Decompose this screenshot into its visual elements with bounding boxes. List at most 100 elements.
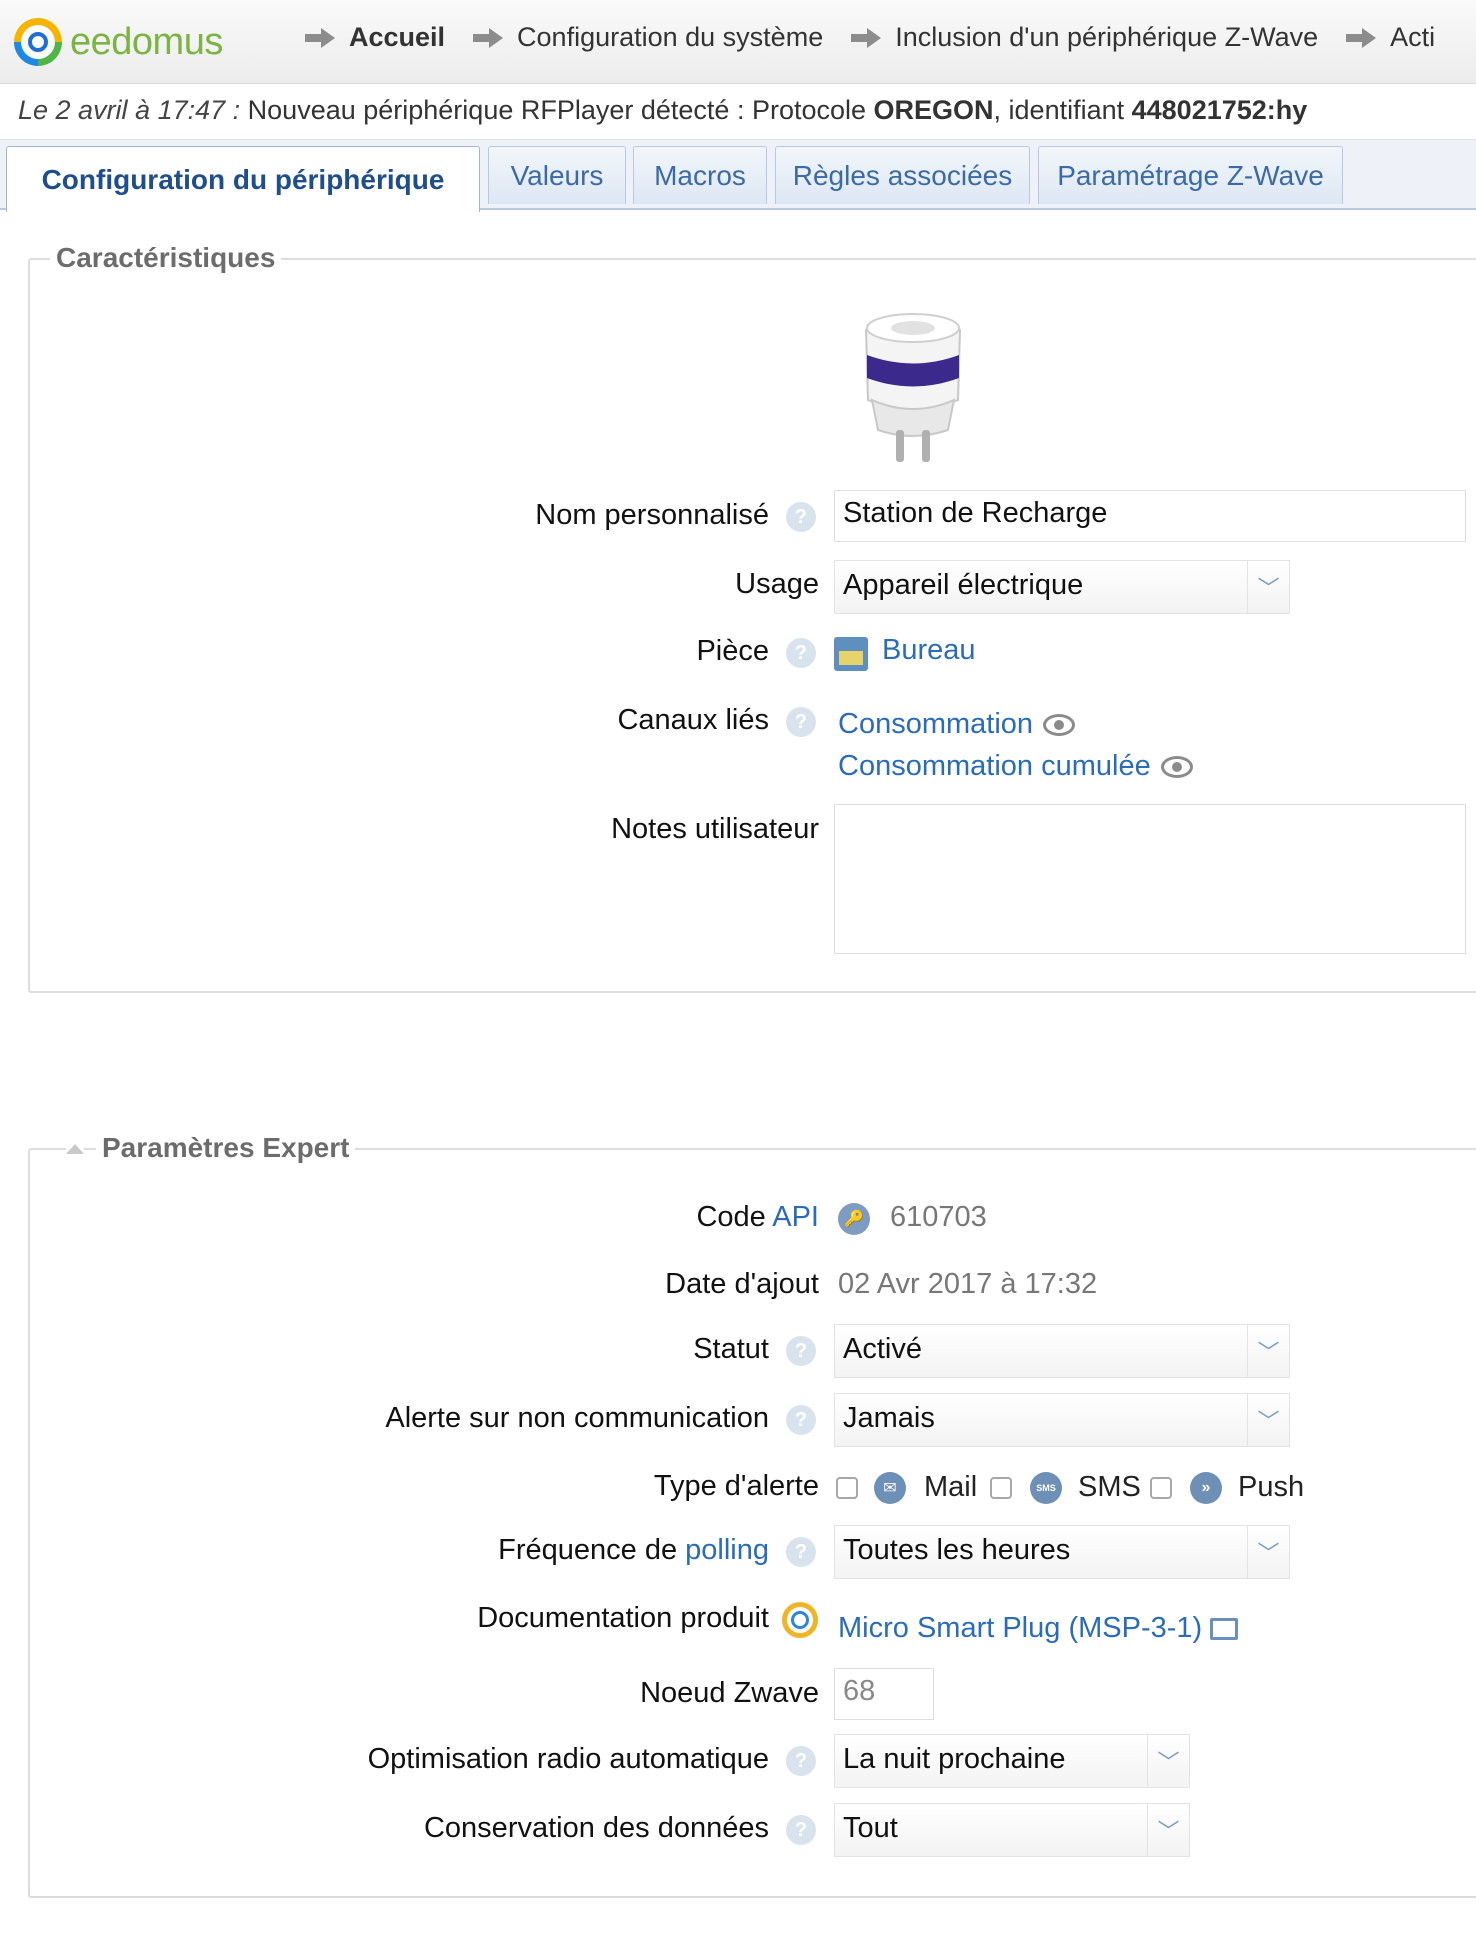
help-icon[interactable]: ? [786,1746,816,1776]
chevron-down-icon: ﹀ [1247,561,1289,613]
doc-link-text: Micro Smart Plug (MSP-3-1) [838,1612,1203,1644]
doc-search-icon [782,1602,818,1638]
tab-regles[interactable]: Règles associées [775,146,1030,204]
breadcrumb: Accueil Configuration du système Inclusi… [305,22,1463,53]
breadcrumb-label: Accueil [349,22,446,52]
breadcrumb-item-configuration[interactable]: Configuration du système [473,22,823,53]
breadcrumb-label: Acti [1390,22,1436,52]
status-label: Statut [693,1333,769,1365]
alert-push-label: Push [1238,1471,1305,1503]
tab-macros[interactable]: Macros [633,146,767,204]
polling-label: Fréquence de polling [498,1534,769,1567]
radio-optimization-select[interactable]: La nuit prochaine ﹀ [834,1734,1190,1788]
usage-label: Usage [735,568,819,600]
alert-sms-label: SMS [1078,1471,1141,1503]
chevron-down-icon: ﹀ [1247,1526,1289,1578]
date-added-label: Date d'ajout [665,1268,819,1300]
device-plug-image [864,313,962,462]
logo-text: eedomus [70,20,223,63]
push-icon: » [1190,1472,1222,1504]
status-value: Activé [843,1333,922,1365]
eedomus-logo[interactable]: eedomus [14,18,223,66]
help-icon[interactable]: ? [786,1336,816,1366]
usage-value: Appareil électrique [843,569,1084,601]
collapse-arrow-icon[interactable] [66,1144,84,1154]
channel-link-consommation-cumulee[interactable]: Consommation cumulée [838,750,1193,783]
notes-textarea[interactable] [834,804,1466,954]
alert-push-checkbox[interactable] [1150,1477,1172,1499]
radio-optimization-value: La nuit prochaine [843,1743,1066,1775]
usage-select[interactable]: Appareil électrique ﹀ [834,560,1290,614]
arrow-right-icon [1346,27,1380,48]
data-retention-select[interactable]: Tout ﹀ [834,1803,1190,1857]
custom-name-value: Station de Recharge [843,497,1108,529]
channel-label: Consommation [838,708,1034,740]
notification-bar: Le 2 avril à 17:47 : Nouveau périphériqu… [0,84,1476,140]
api-code-value: 610703 [890,1201,987,1233]
doc-label: Documentation produit [477,1602,769,1634]
eye-icon[interactable] [1043,714,1076,737]
chevron-down-icon: ﹀ [1147,1804,1189,1856]
date-added-value: 02 Avr 2017 à 17:32 [838,1268,1098,1300]
tab-valeurs[interactable]: Valeurs [488,146,626,204]
chevron-down-icon: ﹀ [1247,1394,1289,1446]
breadcrumb-item-accueil[interactable]: Accueil [305,22,445,53]
channel-link-consommation[interactable]: Consommation [838,708,1076,741]
polling-label-text: Fréquence de [498,1534,678,1566]
api-key-icon[interactable]: 🔑 [838,1203,870,1235]
room-icon [834,637,868,671]
help-icon[interactable]: ? [786,1537,816,1567]
arrow-right-icon [305,27,339,48]
notice-date: Le 2 avril à 17:47 : [18,95,241,125]
alert-mail-label: Mail [924,1471,978,1503]
custom-name-label: Nom personnalisé [535,499,769,531]
top-bar: eedomus Accueil Configuration du système… [0,0,1476,84]
help-icon[interactable]: ? [786,707,816,737]
room-label: Pièce [696,635,769,667]
room-link[interactable]: Bureau [882,634,976,667]
polling-select[interactable]: Toutes les heures ﹀ [834,1525,1290,1579]
node-value: 68 [843,1675,876,1707]
data-retention-value: Tout [843,1812,898,1844]
alert-sms-checkbox[interactable] [990,1477,1012,1499]
radio-optimization-label: Optimisation radio automatique [367,1743,769,1775]
notice-protocol: OREGON [873,95,994,125]
eye-icon[interactable] [1160,756,1193,779]
arrow-right-icon [851,27,885,48]
channel-label: Consommation cumulée [838,750,1151,782]
sms-icon: SMS [1030,1472,1062,1504]
status-select[interactable]: Activé ﹀ [834,1324,1290,1378]
node-label: Noeud Zwave [640,1677,819,1709]
alert-type-label: Type d'alerte [653,1470,819,1502]
custom-name-input[interactable]: Station de Recharge [834,490,1466,542]
doc-link[interactable]: Micro Smart Plug (MSP-3-1) [838,1612,1239,1645]
arrow-right-icon [473,27,507,48]
channels-label: Canaux liés [617,704,769,736]
tab-parametrage-zwave[interactable]: Paramétrage Z-Wave [1038,146,1343,204]
help-icon[interactable]: ? [786,502,816,532]
chevron-down-icon: ﹀ [1247,1325,1289,1377]
chevron-down-icon: ﹀ [1147,1735,1189,1787]
tab-bar: Configuration du périphérique Valeurs Ma… [0,140,1476,212]
breadcrumb-label: Configuration du système [517,22,824,52]
help-icon[interactable]: ? [786,1815,816,1845]
tab-configuration[interactable]: Configuration du périphérique [6,146,480,212]
expert-panel: Paramètres Expert [28,1132,1476,1898]
notice-text-middle: , identifiant [993,95,1132,125]
polling-link[interactable]: polling [685,1534,769,1566]
help-icon[interactable]: ? [786,638,816,668]
node-input[interactable]: 68 [834,1668,934,1720]
notes-label: Notes utilisateur [611,813,819,845]
api-code-label: Code API [696,1201,819,1234]
data-retention-label: Conservation des données [423,1812,769,1844]
notice-text: Nouveau périphérique RFPlayer détecté : … [240,95,874,125]
help-icon[interactable]: ? [786,1405,816,1435]
expert-legend: Paramètres Expert [96,1132,356,1164]
logo-ring-icon [14,18,62,66]
alert-mail-checkbox[interactable] [836,1477,858,1499]
api-link[interactable]: API [772,1201,819,1233]
breadcrumb-item-acti[interactable]: Acti [1346,22,1435,53]
breadcrumb-item-inclusion[interactable]: Inclusion d'un périphérique Z-Wave [851,22,1318,53]
alert-select[interactable]: Jamais ﹀ [834,1393,1290,1447]
characteristics-legend: Caractéristiques [50,242,282,274]
